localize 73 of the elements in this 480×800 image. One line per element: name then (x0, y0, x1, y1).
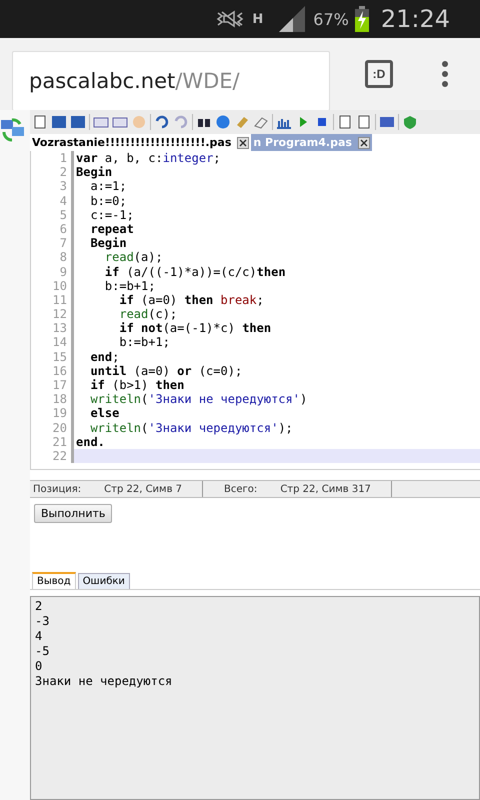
code-editor[interactable] (30, 151, 480, 470)
code-line: read(c); (118, 307, 178, 322)
line-number: 2 (31, 165, 74, 180)
close-icon[interactable] (358, 136, 370, 148)
new-file-icon[interactable] (32, 115, 48, 129)
code-line: repeat (89, 222, 134, 236)
line-number: 14 (31, 335, 74, 350)
line-number: 15 (31, 350, 74, 364)
code-line: end. (76, 434, 105, 449)
line-number: 13 (31, 321, 74, 336)
signal-icon (277, 6, 308, 32)
battery-charging-icon (354, 6, 369, 32)
code-line: b:=0; (89, 194, 127, 208)
line-number: 20 (31, 420, 74, 435)
code-line: var a, b, c:integer; (76, 151, 221, 165)
line-number: 5 (31, 208, 74, 222)
output-tab[interactable]: Вывод (32, 572, 76, 589)
total-label: Всего: (223, 484, 258, 494)
code-line: else (89, 406, 120, 420)
line-number: 9 (31, 264, 74, 279)
line-number: 4 (31, 194, 74, 208)
code-line: read(a); (104, 250, 163, 264)
line-number: 8 (31, 250, 74, 264)
output-line: 2 (35, 599, 42, 614)
code-line: if (a=0) then break; (118, 292, 264, 307)
address-field[interactable]: pascalabc.net/WDE/ (12, 51, 330, 111)
total-value: Стр 22, Симв 317 (279, 484, 371, 494)
line-number: 7 (31, 236, 74, 250)
output-line: -3 (35, 614, 50, 629)
shield-icon[interactable] (402, 115, 418, 129)
run-button[interactable]: Выполнить (34, 504, 112, 523)
code-line: if (b>1) then (89, 378, 184, 392)
code-line: b:=b+1; (104, 278, 156, 293)
output-tab[interactable]: Ошибки (78, 573, 130, 589)
menu-icon[interactable] (441, 61, 449, 87)
line-number: 3 (31, 179, 74, 194)
output-line: 0 (35, 659, 42, 674)
network-type: H (252, 12, 264, 26)
code-line: Begin (76, 165, 112, 180)
code-line: c:=-1; (89, 208, 134, 222)
code-line: writeln('Знаки чередуются'); (89, 420, 293, 435)
line-number: 6 (31, 222, 74, 236)
file-tab[interactable]: Vozrastanie!!!!!!!!!!!!!!!!!!!!.pas (30, 134, 252, 151)
output-line: Знаки не чередуются (35, 674, 172, 689)
output-line: -5 (35, 644, 50, 659)
code-line: a:=1; (89, 179, 127, 194)
code-line: b:=b+1; (118, 335, 170, 350)
line-number: 16 (31, 364, 74, 378)
line-number: 10 (31, 278, 74, 293)
eraser-icon[interactable] (253, 115, 269, 129)
document-icon[interactable] (337, 115, 353, 129)
line-number: 12 (31, 307, 74, 322)
line-number: 19 (31, 406, 74, 421)
code-line: if (a/((-1)*a))=(c/c)then (104, 264, 286, 278)
tabs-button[interactable]: :D (365, 60, 393, 88)
code-line: if not(a=(-1)*c) then (118, 321, 272, 336)
position-value: Стр 22, Симв 7 (103, 484, 182, 494)
line-number: 1 (31, 151, 74, 166)
undo-icon[interactable] (154, 115, 170, 129)
battery-level: 67% (313, 10, 349, 28)
clock: 21:24 (380, 5, 450, 33)
line-number: 18 (31, 392, 74, 406)
line-number: 17 (31, 378, 74, 392)
output-line: 4 (35, 629, 42, 644)
document-icon[interactable] (356, 115, 372, 129)
network-computers-icon[interactable] (0, 118, 26, 142)
code-line: Begin (89, 236, 127, 250)
code-line: writeln('Знаки не чередуются') (89, 392, 308, 406)
code-line: end; (89, 350, 120, 364)
position-label: Позиция: (32, 484, 82, 494)
line-number: 11 (31, 292, 74, 308)
code-line: until (a=0) or (c=0); (89, 364, 242, 378)
close-icon[interactable] (237, 136, 250, 148)
